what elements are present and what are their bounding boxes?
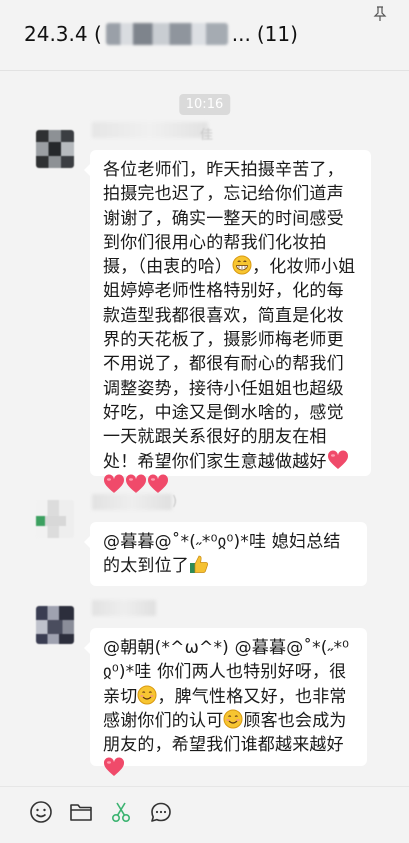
message-bubble[interactable]: @暮暮@˚*(˶*⁰ჲ⁰)*哇 媳妇总结的太到位了 (84, 522, 367, 586)
chat-title-prefix: 24.3.4 ( (24, 22, 102, 46)
member-count: (11) (256, 22, 298, 46)
message-text-part: @暮暮@˚*(˶*⁰ჲ⁰)*哇 媳妇总结的太到位了 (103, 532, 341, 577)
avatar[interactable] (36, 130, 74, 168)
folder-icon[interactable] (68, 799, 94, 825)
smiling-face-icon (223, 709, 243, 729)
chat-title-ellipsis: ... (231, 22, 251, 46)
message-text: @朝朝(*^ω^*) @暮暮@˚*(˶*⁰ჲ⁰)*哇 你们两人也特别好呀，很亲切… (103, 636, 355, 782)
message-bubble[interactable]: 各位老师们，昨天拍摄辛苦了，拍摄完也迟了，忘记给你们道声谢谢了，确实一整天的时间… (84, 150, 371, 493)
pin-icon[interactable] (373, 6, 387, 22)
message-bubble[interactable]: @朝朝(*^ω^*) @暮暮@˚*(˶*⁰ჲ⁰)*哇 你们两人也特别好呀，很亲切… (84, 628, 367, 777)
chat-title: 24.3.4 ( ... (11) (24, 22, 298, 46)
sender-name-tail: ) (172, 494, 178, 509)
input-toolbar (0, 786, 409, 843)
redacted-group-name (105, 23, 228, 45)
red-heart-icon (327, 450, 348, 469)
red-heart-icon (125, 474, 147, 493)
scissors-icon[interactable] (108, 799, 134, 825)
sender-name-tail: 佳 (200, 128, 214, 143)
red-heart-icon (147, 474, 169, 493)
message-timestamp: 10:16 (178, 94, 231, 115)
message-text-part: ，化妆师小姐姐婷婷老师性格特别好，化的每款造型我都很喜欢，简直是化妆界的天花板了… (103, 257, 356, 472)
avatar[interactable] (36, 606, 74, 644)
sender-name-redacted (92, 494, 172, 510)
chat-header: 24.3.4 ( ... (11) (0, 0, 409, 71)
red-heart-icon (103, 474, 125, 493)
red-heart-icon (103, 757, 125, 777)
sender-name-redacted (92, 122, 208, 138)
avatar[interactable] (36, 500, 74, 538)
smiling-face-icon (137, 685, 157, 705)
thumbs-up-icon (190, 555, 209, 574)
emoji-icon[interactable] (28, 799, 54, 825)
grinning-face-icon (232, 255, 252, 275)
sender-name-redacted (92, 600, 156, 616)
message-text: 各位老师们，昨天拍摄辛苦了，拍摄完也迟了，忘记给你们道声谢谢了，确实一整天的时间… (103, 158, 359, 498)
message-text: @暮暮@˚*(˶*⁰ჲ⁰)*哇 媳妇总结的太到位了 (103, 530, 355, 579)
chat-bubble-icon[interactable] (148, 799, 174, 825)
